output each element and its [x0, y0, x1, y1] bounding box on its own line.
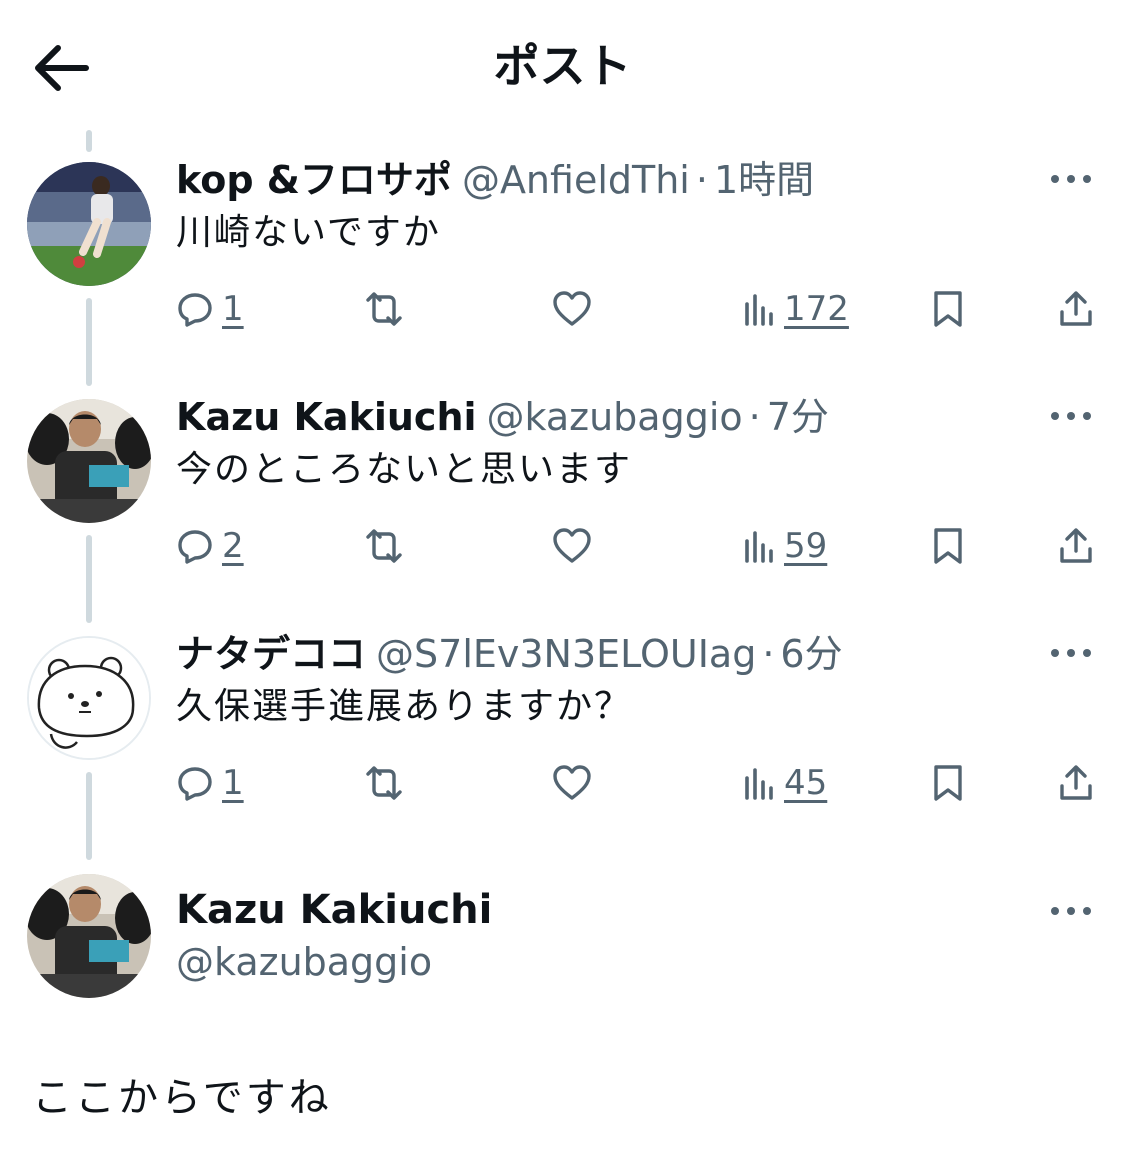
reply-icon [178, 530, 212, 564]
bookmark-button[interactable] [932, 521, 964, 571]
avatar[interactable] [27, 162, 151, 286]
bookmark-icon [934, 765, 962, 801]
separator-dot: · [762, 632, 775, 676]
more-options-button[interactable] [1048, 896, 1094, 926]
analytics-icon [745, 531, 773, 563]
bookmark-button[interactable] [932, 284, 964, 334]
reply-count: 1 [222, 289, 244, 329]
like-button[interactable] [552, 758, 592, 808]
author-handle[interactable]: @S7lEv3N3ELOUIag [376, 632, 756, 676]
author-line: kop &フロサポ @AnfieldThi · 1時間 [176, 158, 814, 202]
reply-button[interactable]: 1 [176, 284, 244, 334]
separator-dot: · [748, 395, 761, 439]
bookmark-icon [934, 291, 962, 327]
tweet-text: 川崎ないですか [176, 212, 441, 253]
author-handle[interactable]: @kazubaggio [487, 395, 743, 439]
action-bar: 2 59 [0, 521, 1125, 571]
share-button[interactable] [1058, 521, 1094, 571]
thread-line [86, 130, 92, 152]
author-name[interactable]: Kazu Kakiuchi [176, 395, 477, 439]
analytics-icon [745, 294, 773, 326]
more-icon [1051, 175, 1091, 183]
heart-icon [553, 528, 591, 563]
views-button[interactable]: 59 [744, 521, 827, 571]
repost-button[interactable] [362, 758, 406, 808]
timestamp[interactable]: 7分 [767, 395, 829, 439]
more-icon [1051, 649, 1091, 657]
author-line: ナタデココ @S7lEv3N3ELOUIag · 6分 [176, 632, 843, 676]
repost-button[interactable] [362, 521, 406, 571]
repost-icon [366, 766, 402, 800]
reply-button[interactable]: 2 [176, 521, 244, 571]
reply-icon [178, 293, 212, 327]
repost-icon [366, 529, 402, 563]
view-count: 172 [784, 289, 849, 329]
reply-count: 1 [222, 763, 244, 803]
author-handle[interactable]: @kazubaggio [176, 938, 432, 986]
views-button[interactable]: 45 [744, 758, 827, 808]
tweet-text: 久保選手進展ありますか？ [176, 686, 633, 727]
page-title: ポスト [493, 39, 632, 93]
author-handle[interactable]: @AnfieldThi [462, 158, 690, 202]
repost-button[interactable] [362, 284, 406, 334]
heart-icon [553, 291, 591, 326]
author-name[interactable]: kop &フロサポ [176, 158, 452, 202]
more-options-button[interactable] [1048, 401, 1094, 431]
reply-icon [178, 767, 212, 801]
top-bar: ポスト [0, 0, 1125, 130]
heart-icon [553, 765, 591, 800]
reply-button[interactable]: 1 [176, 758, 244, 808]
action-bar: 1 45 [0, 758, 1125, 808]
post-text: ここからですね [32, 1075, 332, 1121]
view-count: 59 [784, 526, 828, 566]
share-button[interactable] [1058, 284, 1094, 334]
tweet-text: 今のところないと思います [176, 449, 633, 490]
reply-count: 2 [222, 526, 244, 566]
more-icon [1051, 907, 1091, 915]
avatar[interactable] [27, 636, 151, 760]
share-button[interactable] [1058, 758, 1094, 808]
views-button[interactable]: 172 [744, 284, 849, 334]
bookmark-button[interactable] [932, 758, 964, 808]
share-icon [1060, 765, 1092, 800]
author-line: Kazu Kakiuchi @kazubaggio · 7分 [176, 395, 829, 439]
timestamp[interactable]: 1時間 [714, 158, 814, 202]
author-name[interactable]: Kazu Kakiuchi [176, 886, 492, 934]
share-icon [1060, 291, 1092, 326]
like-button[interactable] [552, 284, 592, 334]
repost-icon [366, 292, 402, 326]
like-button[interactable] [552, 521, 592, 571]
more-icon [1051, 412, 1091, 420]
share-icon [1060, 528, 1092, 563]
action-bar: 1 172 [0, 284, 1125, 334]
analytics-icon [745, 768, 773, 800]
more-options-button[interactable] [1048, 164, 1094, 194]
separator-dot: · [695, 158, 708, 202]
timestamp[interactable]: 6分 [780, 632, 842, 676]
author-name[interactable]: ナタデココ [176, 632, 366, 676]
avatar[interactable] [27, 399, 151, 523]
avatar[interactable] [27, 874, 151, 998]
view-count: 45 [784, 763, 828, 803]
more-options-button[interactable] [1048, 638, 1094, 668]
bookmark-icon [934, 528, 962, 564]
